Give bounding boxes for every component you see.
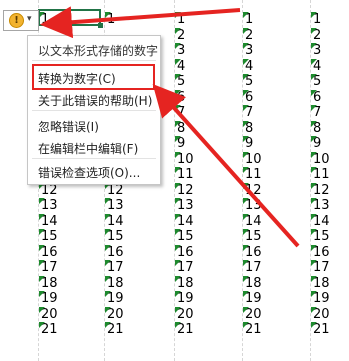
table-cell[interactable]: 12 [311,182,349,198]
table-cell[interactable]: 17 [311,260,349,275]
table-cell[interactable]: 5 [175,74,242,89]
table-cell[interactable]: 13 [105,198,174,213]
table-cell[interactable]: 7 [311,105,349,120]
error-context-menu: 以文本形式存储的数字 转换为数字(C) 关于此错误的帮助(H) 忽略错误(I) … [27,35,161,185]
table-cell[interactable]: 21 [39,322,104,337]
table-cell[interactable]: 18 [39,275,104,291]
table-cell[interactable]: 9 [311,136,349,151]
menu-header-text-number: 以文本形式存储的数字 [38,44,159,58]
table-cell[interactable]: 7 [243,105,310,120]
table-cell[interactable]: 18 [105,275,174,291]
table-cell[interactable]: 16 [175,244,242,260]
table-cell[interactable]: 20 [39,306,104,322]
menu-separator [32,158,156,159]
table-cell[interactable]: 21 [311,322,349,337]
table-cell[interactable]: 2 [175,27,242,43]
menu-item-error-options[interactable]: 错误检查选项(O)... [38,164,140,181]
table-cell[interactable]: 1 [105,12,174,27]
table-cell[interactable]: 13 [311,198,349,213]
menu-separator [32,110,156,111]
table-cell[interactable]: 1 [175,12,242,27]
table-cell[interactable]: 21 [105,322,174,337]
table-cell[interactable]: 15 [39,229,104,244]
table-cell[interactable]: 18 [311,275,349,291]
table-cell[interactable]: 11 [311,167,349,182]
table-cell[interactable]: 20 [105,306,174,322]
table-cell[interactable]: 10 [175,151,242,167]
table-cell[interactable]: 3 [243,43,310,58]
table-cell[interactable]: 14 [39,213,104,229]
table-cell[interactable]: 17 [39,260,104,275]
table-cell[interactable]: 9 [175,136,242,151]
table-cell[interactable]: 11 [243,167,310,182]
table-cell[interactable]: 8 [243,120,310,136]
table-cell[interactable]: 15 [105,229,174,244]
table-cell[interactable]: 9 [243,136,310,151]
menu-separator [32,60,156,61]
table-cell[interactable]: 19 [243,291,310,306]
table-cell[interactable]: 4 [243,58,310,74]
table-cell[interactable]: 3 [311,43,349,58]
table-cell[interactable]: 19 [39,291,104,306]
table-cell[interactable]: 18 [175,275,242,291]
table-cell[interactable]: 4 [311,58,349,74]
table-cell[interactable]: 2 [311,27,349,43]
table-cell[interactable]: 10 [311,151,349,167]
table-cell[interactable]: 21 [243,322,310,337]
warning-icon: ! [9,13,24,28]
chevron-down-icon: ▾ [27,14,32,24]
menu-item-help[interactable]: 关于此错误的帮助(H) [38,92,152,109]
table-cell[interactable]: 12 [243,182,310,198]
table-cell[interactable]: 15 [175,229,242,244]
table-cell[interactable]: 6 [175,89,242,105]
highlight-box [32,64,155,90]
table-cell[interactable]: 16 [39,244,104,260]
table-cell[interactable]: 17 [175,260,242,275]
table-cell[interactable]: 14 [175,213,242,229]
table-cell[interactable]: 2 [243,27,310,43]
table-cell[interactable]: 20 [311,306,349,322]
table-cell[interactable]: 15 [243,229,310,244]
table-cell[interactable]: 17 [243,260,310,275]
table-cell[interactable]: 1 [243,12,310,27]
table-cell[interactable]: 16 [105,244,174,260]
table-cell[interactable]: 19 [175,291,242,306]
table-cell[interactable]: 5 [243,74,310,89]
table-cell[interactable]: 3 [175,43,242,58]
menu-item-edit-in-formula-bar[interactable]: 在编辑栏中编辑(F) [38,140,138,157]
menu-item-ignore-error[interactable]: 忽略错误(I) [38,118,99,135]
error-check-button[interactable]: ! ▾ [3,10,39,31]
table-cell[interactable]: 14 [311,213,349,229]
table-cell[interactable]: 19 [311,291,349,306]
table-cell[interactable]: 20 [175,306,242,322]
table-cell[interactable]: 7 [175,105,242,120]
table-cell[interactable]: 18 [243,275,310,291]
table-cell[interactable]: 15 [311,229,349,244]
table-cell[interactable]: 4 [175,58,242,74]
table-cell[interactable]: 8 [175,120,242,136]
table-cell[interactable]: 21 [175,322,242,337]
table-cell[interactable]: 12 [175,182,242,198]
table-cell[interactable]: 1 [311,12,349,27]
table-cell[interactable]: 6 [311,89,349,105]
table-cell[interactable]: 20 [243,306,310,322]
table-cell[interactable]: 13 [175,198,242,213]
table-cell[interactable]: 14 [243,213,310,229]
table-cell[interactable]: 19 [105,291,174,306]
table-cell[interactable]: 13 [39,198,104,213]
table-cell[interactable]: 11 [175,167,242,182]
table-cell[interactable]: 5 [311,74,349,89]
table-cell[interactable]: 13 [243,198,310,213]
table-cell[interactable]: 16 [311,244,349,260]
table-cell[interactable]: 8 [311,120,349,136]
table-cell[interactable]: 17 [105,260,174,275]
table-cell[interactable]: 14 [105,213,174,229]
selected-cell[interactable] [38,9,103,28]
table-cell[interactable]: 10 [243,151,310,167]
table-cell[interactable]: 6 [243,89,310,105]
table-cell[interactable]: 16 [243,244,310,260]
